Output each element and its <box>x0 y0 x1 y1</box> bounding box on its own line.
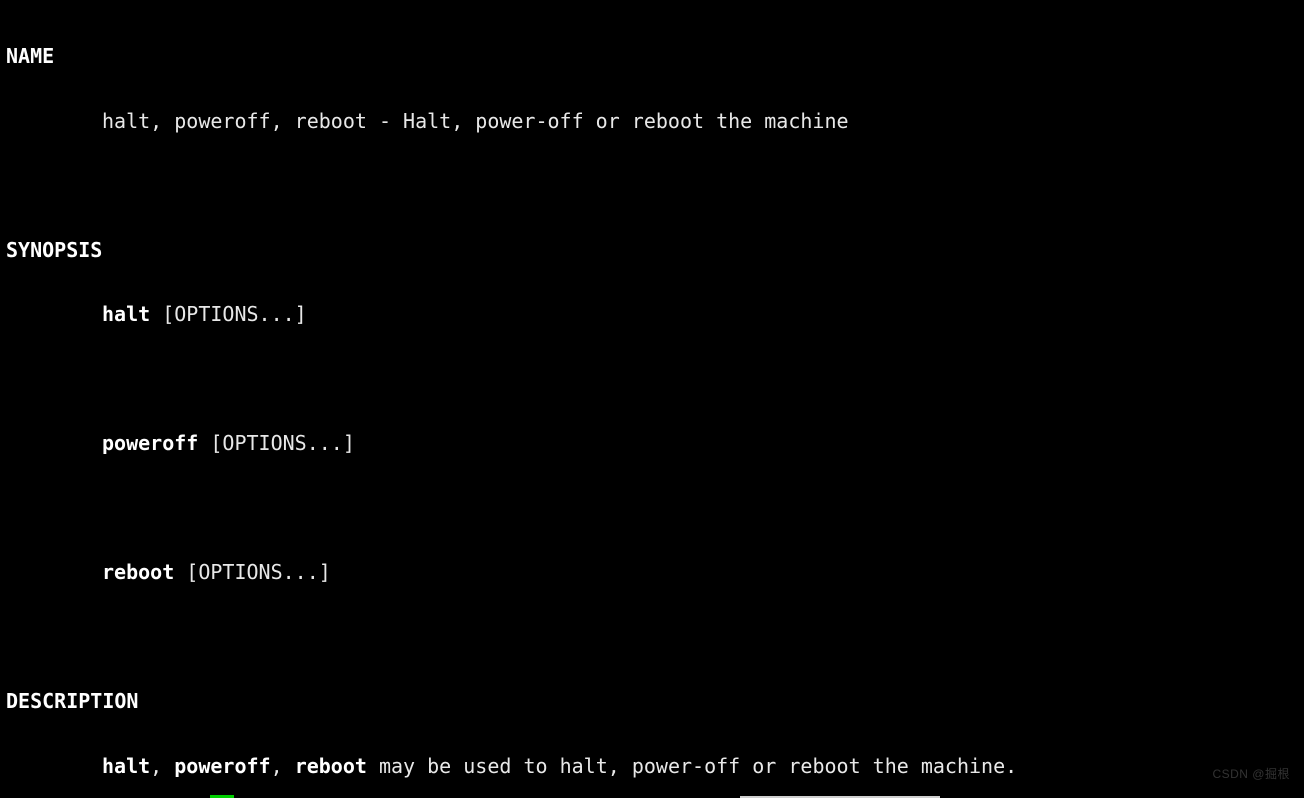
synopsis-cmd: reboot <box>102 560 174 584</box>
synopsis-cmd: halt <box>102 302 150 326</box>
section-heading-name: NAME <box>6 44 54 68</box>
desc-rest: may be used to halt, power-off or reboot… <box>367 754 1017 778</box>
desc-cmd: poweroff <box>174 754 270 778</box>
synopsis-args: [OPTIONS...] <box>198 431 355 455</box>
desc-cmd: reboot <box>295 754 367 778</box>
synopsis-cmd: poweroff <box>102 431 198 455</box>
manpage-content: NAME halt, poweroff, reboot - Halt, powe… <box>0 0 1304 798</box>
synopsis-args: [OPTIONS...] <box>150 302 307 326</box>
section-heading-description: DESCRIPTION <box>6 689 138 713</box>
desc-sep: , <box>150 754 174 778</box>
desc-cmd: halt <box>102 754 150 778</box>
section-heading-synopsis: SYNOPSIS <box>6 238 102 262</box>
name-text: halt, poweroff, reboot - Halt, power-off… <box>6 109 849 133</box>
watermark-text: CSDN @掘根 <box>1212 765 1290 784</box>
desc-sep: , <box>271 754 295 778</box>
synopsis-args: [OPTIONS...] <box>174 560 331 584</box>
